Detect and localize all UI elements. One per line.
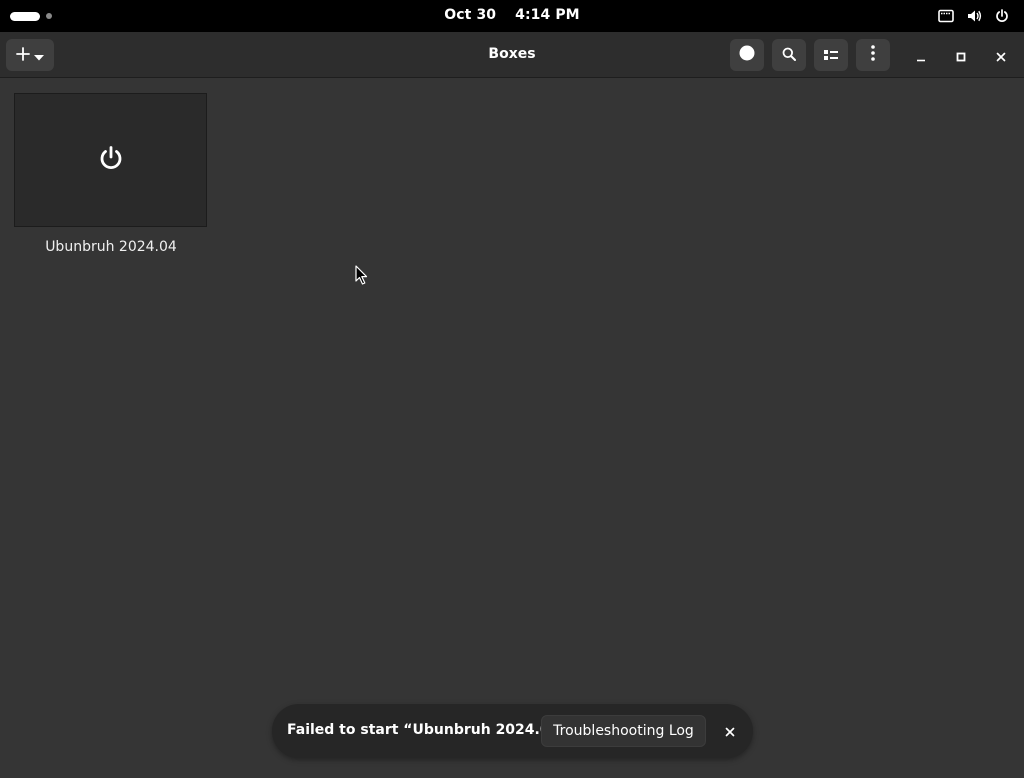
power-icon (97, 144, 125, 176)
close-icon (996, 47, 1006, 66)
search-button[interactable] (772, 39, 806, 71)
selection-mode-button[interactable] (730, 39, 764, 71)
select-circle-icon (739, 45, 755, 65)
view-list-icon (824, 46, 838, 65)
toast-close-button[interactable] (718, 719, 742, 743)
close-window-button[interactable] (989, 44, 1013, 68)
search-icon (782, 46, 796, 65)
clock-button[interactable]: Oct 30 4:14 PM (0, 7, 1024, 23)
troubleshooting-log-button[interactable]: Troubleshooting Log (541, 715, 706, 747)
toast-message: Failed to start “Ubunbruh 2024.04” (287, 722, 569, 738)
close-icon (725, 722, 735, 741)
boxes-collection-view: Ubunbruh 2024.04 (0, 79, 1024, 778)
box-thumbnail[interactable] (14, 93, 207, 227)
error-toast: Failed to start “Ubunbruh 2024.04” Troub… (272, 704, 753, 758)
mouse-pointer-icon (355, 265, 369, 285)
power-icon (994, 8, 1010, 24)
box-item[interactable]: Ubunbruh 2024.04 (14, 93, 208, 255)
header-bar: Boxes (0, 32, 1024, 78)
minimize-icon (916, 47, 926, 66)
clock-date: Oct 30 (444, 7, 497, 23)
kebab-menu-icon (871, 45, 875, 65)
system-menu-button[interactable] (938, 7, 1010, 25)
maximize-icon (956, 47, 966, 66)
minimize-button[interactable] (909, 44, 933, 68)
maximize-button[interactable] (949, 44, 973, 68)
box-name-label: Ubunbruh 2024.04 (45, 239, 177, 255)
top-bar: Oct 30 4:14 PM (0, 0, 1024, 32)
volume-icon (966, 8, 982, 24)
main-menu-button[interactable] (856, 39, 890, 71)
display-icon (938, 8, 954, 24)
clock-time: 4:14 PM (515, 7, 580, 23)
boxes-window: Boxes Ubunbruh 2024.04 Failed to start “… (0, 32, 1024, 778)
view-toggle-button[interactable] (814, 39, 848, 71)
